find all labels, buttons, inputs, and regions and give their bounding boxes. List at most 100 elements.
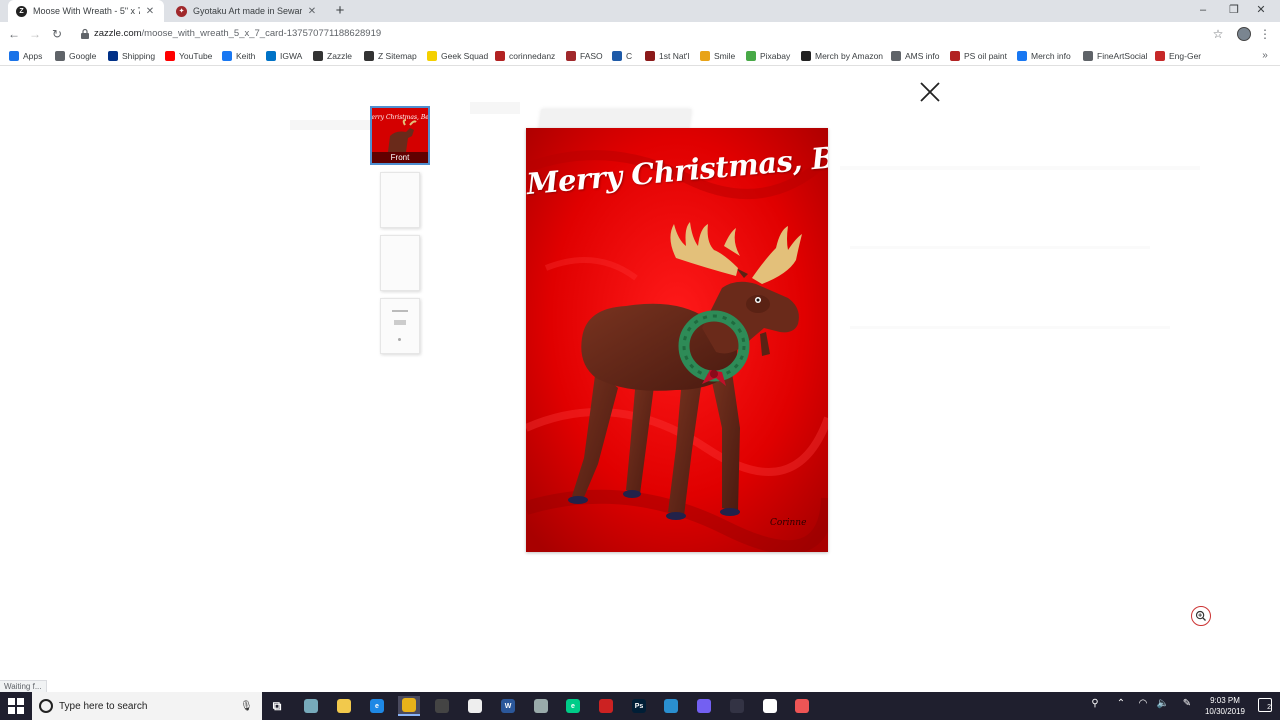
taskbar-chrome-button[interactable] xyxy=(398,696,420,716)
bookmark-corinnedanz[interactable]: corinnedanz xyxy=(495,48,555,64)
menu-kebab-icon[interactable]: ⋮ xyxy=(1259,25,1271,43)
background-text-ghost xyxy=(470,102,520,114)
restore-button[interactable]: ❐ xyxy=(1219,0,1249,22)
bookmark-youtube[interactable]: YouTube xyxy=(165,48,212,64)
forward-arrow-icon[interactable]: → xyxy=(26,25,44,43)
facebook-icon xyxy=(1017,51,1027,61)
taskbar-word-button[interactable]: W xyxy=(497,696,519,716)
bookmark-keith[interactable]: Keith xyxy=(222,48,255,64)
taskbar-edge-button[interactable]: e xyxy=(562,696,584,716)
back-arrow-icon[interactable]: ← xyxy=(5,25,23,43)
taskbar-file-explorer-button[interactable] xyxy=(333,696,355,716)
bookmark-star-icon[interactable]: ☆ xyxy=(1210,25,1226,43)
photoshop-icon: Ps xyxy=(632,699,646,713)
bookmark-ams-info[interactable]: AMS info xyxy=(891,48,940,64)
taskbar-search[interactable]: Type here to search 🎙 xyxy=(32,692,262,720)
bookmark-label: Eng-Ger xyxy=(1169,51,1202,61)
paypal-icon xyxy=(108,51,118,61)
thumbnail-front[interactable]: Merry Christmas, Bea! Front xyxy=(370,106,430,165)
art-icon xyxy=(950,51,960,61)
bookmark-label: Keith xyxy=(236,51,256,61)
clock-time: 9:03 PM xyxy=(1210,696,1240,705)
new-tab-button[interactable]: + xyxy=(332,3,348,19)
taskbar-store-button[interactable] xyxy=(431,696,453,716)
bookmark-fineartsocial[interactable]: FineArtSocial xyxy=(1083,48,1148,64)
background-text-ghost xyxy=(850,246,1150,249)
thumbnail-back[interactable] xyxy=(380,298,420,354)
taskbar-app-button[interactable] xyxy=(791,696,813,716)
bookmark-label: YouTube xyxy=(179,51,213,61)
tray-chevron-icon[interactable]: ⌃ xyxy=(1115,698,1127,714)
clock-date: 10/30/2019 xyxy=(1204,707,1246,716)
microphone-icon[interactable]: 🎙 xyxy=(240,701,253,712)
translate-icon xyxy=(1155,51,1165,61)
apps-grid-icon xyxy=(9,51,19,61)
close-tab-icon[interactable]: ✕ xyxy=(144,6,156,17)
product-viewer: Merry Christmas, Bea! Front xyxy=(0,66,1280,692)
facebook-icon xyxy=(222,51,232,61)
bookmark-eng-ger[interactable]: Eng-Ger xyxy=(1155,48,1201,64)
taskbar-app-button[interactable] xyxy=(726,696,748,716)
bookmark-shipping[interactable]: Shipping xyxy=(108,48,155,64)
bookmark-smile[interactable]: Smile xyxy=(700,48,735,64)
bookmark-1st-nat-l[interactable]: 1st Nat'l xyxy=(645,48,689,64)
taskbar-app-button[interactable] xyxy=(660,696,682,716)
browser-toolbar: ← → ↻ zazzle.com/moose_with_wreath_5_x_7… xyxy=(0,22,1280,46)
taskbar-app-button[interactable] xyxy=(300,696,322,716)
taskbar-viber-button[interactable] xyxy=(693,696,715,716)
profile-avatar[interactable] xyxy=(1237,27,1251,41)
app-icon xyxy=(304,699,318,713)
bookmark-google[interactable]: Google xyxy=(55,48,96,64)
thumbnail-inside-right[interactable] xyxy=(380,235,420,291)
tab-title: Moose With Wreath - 5" x 7" Ca xyxy=(33,6,140,16)
bookmark-merch-info[interactable]: Merch info xyxy=(1017,48,1071,64)
bookmark-ps-oil-paint[interactable]: PS oil paint xyxy=(950,48,1007,64)
app-icon xyxy=(730,699,744,713)
bank-icon xyxy=(645,51,655,61)
bookmark-faso[interactable]: FASO xyxy=(566,48,603,64)
word-icon: W xyxy=(501,699,515,713)
minimize-button[interactable]: – xyxy=(1188,0,1218,22)
pen-icon[interactable]: ✎ xyxy=(1180,698,1194,714)
zoom-in-icon[interactable] xyxy=(1191,606,1211,626)
app-icon xyxy=(599,699,613,713)
bookmark-label: Google xyxy=(69,51,97,61)
windows-taskbar: Type here to search 🎙 ⚲ ⌃ ◠ 🔈 ✎ 9:03 PM … xyxy=(0,692,1280,720)
taskbar-app-button[interactable] xyxy=(530,696,552,716)
bookmark-z-sitemap[interactable]: Z Sitemap xyxy=(364,48,417,64)
taskbar-mail-button[interactable] xyxy=(464,696,486,716)
close-tab-icon[interactable]: ✕ xyxy=(306,6,318,17)
windows-start-icon[interactable] xyxy=(8,698,24,714)
bookmark-c[interactable]: C xyxy=(612,48,632,64)
people-icon[interactable]: ⚲ xyxy=(1088,698,1102,714)
bookmark-geek-squad[interactable]: Geek Squad xyxy=(427,48,488,64)
taskbar-app-button[interactable] xyxy=(759,696,781,716)
address-bar[interactable]: zazzle.com/moose_with_wreath_5_x_7_card-… xyxy=(94,26,381,42)
taskbar-photoshop-button[interactable]: Ps xyxy=(628,696,650,716)
taskbar-edge-legacy-button[interactable]: e xyxy=(366,696,388,716)
cortana-icon xyxy=(39,699,53,713)
tab-title: Gyotaku Art made in Seward, Ala xyxy=(193,6,302,16)
volume-icon[interactable]: 🔈 xyxy=(1156,698,1170,714)
bookmark-apps[interactable]: Apps xyxy=(9,48,42,64)
window-close-button[interactable]: ✕ xyxy=(1246,0,1276,22)
reload-icon[interactable]: ↻ xyxy=(48,25,66,43)
bookmarks-overflow-icon[interactable]: » xyxy=(1258,48,1272,64)
bookmark-merch-by-amazon[interactable]: Merch by Amazon xyxy=(801,48,883,64)
bookmark-igwa[interactable]: IGWA xyxy=(266,48,302,64)
system-clock[interactable]: 9:03 PM 10/30/2019 xyxy=(1198,695,1252,717)
network-icon[interactable]: ◠ xyxy=(1136,698,1150,714)
close-viewer-icon[interactable] xyxy=(918,80,942,104)
app-icon xyxy=(664,699,678,713)
taskbar-task-view-button[interactable]: ⧉ xyxy=(266,696,288,716)
tab-gyotaku[interactable]: ✦ Gyotaku Art made in Seward, Ala ✕ xyxy=(168,0,326,22)
taskbar-app-button[interactable] xyxy=(595,696,617,716)
tab-zazzle-moose[interactable]: Z Moose With Wreath - 5" x 7" Ca ✕ xyxy=(8,0,164,22)
search-placeholder: Type here to search xyxy=(59,700,148,712)
bookmark-pixabay[interactable]: Pixabay xyxy=(746,48,790,64)
bookmark-zazzle[interactable]: Zazzle xyxy=(313,48,352,64)
background-text-ghost xyxy=(850,326,1170,329)
notification-center-icon[interactable]: 2 xyxy=(1258,698,1272,712)
thumbnail-inside-left[interactable] xyxy=(380,172,420,228)
bookmarks-bar: » Apps Google Shipping YouTube Keith IGWA Zazz… xyxy=(0,46,1280,66)
